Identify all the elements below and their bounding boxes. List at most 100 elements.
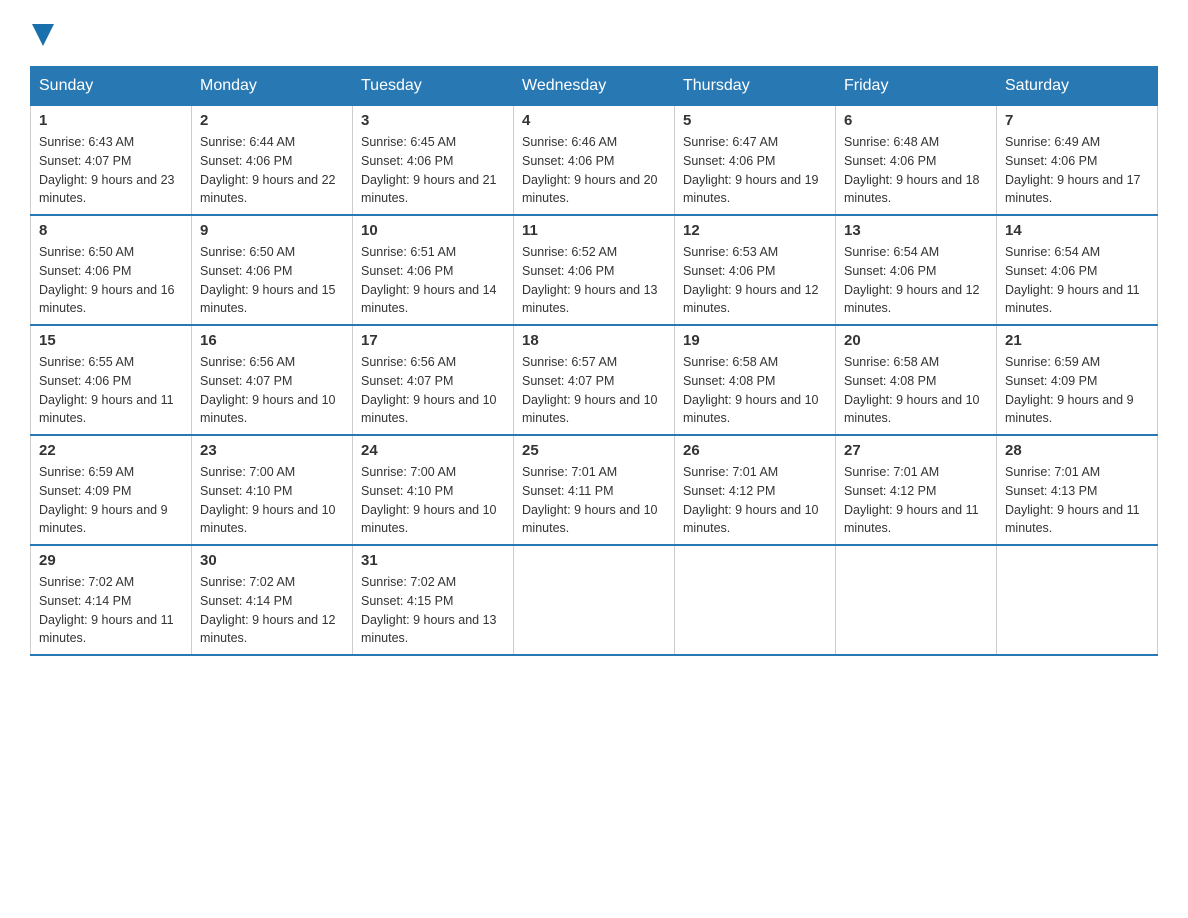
calendar-cell: 17 Sunrise: 6:56 AMSunset: 4:07 PMDayligh… [353,325,514,435]
calendar-cell: 16 Sunrise: 6:56 AMSunset: 4:07 PMDayligh… [192,325,353,435]
calendar-cell: 13 Sunrise: 6:54 AMSunset: 4:06 PMDayligh… [836,215,997,325]
calendar-cell: 9Sunrise: 6:50 AMSunset: 4:06 PMDaylight… [192,215,353,325]
day-info: Sunrise: 6:45 AMSunset: 4:06 PMDaylight:… [361,133,505,208]
calendar-cell [675,545,836,655]
day-info: Sunrise: 6:58 AMSunset: 4:08 PMDaylight:… [844,353,988,428]
day-info: Sunrise: 6:55 AMSunset: 4:06 PMDaylight:… [39,353,183,428]
calendar-cell [836,545,997,655]
day-number: 30 [200,552,344,569]
calendar-cell: 15Sunrise: 6:55 AMSunset: 4:06 PMDayligh… [31,325,192,435]
header-saturday: Saturday [997,67,1158,106]
day-info: Sunrise: 6:50 AMSunset: 4:06 PMDaylight:… [200,243,344,318]
calendar-cell: 27 Sunrise: 7:01 AMSunset: 4:12 PMDayligh… [836,435,997,545]
day-number: 18 [522,332,666,349]
day-number: 1 [39,112,183,129]
day-number: 8 [39,222,183,239]
day-info: Sunrise: 6:56 AMSunset: 4:07 PMDaylight:… [200,353,344,428]
calendar-cell: 11 Sunrise: 6:52 AMSunset: 4:06 PMDayligh… [514,215,675,325]
header-sunday: Sunday [31,67,192,106]
calendar-cell: 19Sunrise: 6:58 AMSunset: 4:08 PMDayligh… [675,325,836,435]
calendar-week-row: 15Sunrise: 6:55 AMSunset: 4:06 PMDayligh… [31,325,1158,435]
calendar-cell: 1 Sunrise: 6:43 AMSunset: 4:07 PMDaylight… [31,106,192,216]
day-info: Sunrise: 7:00 AMSunset: 4:10 PMDaylight:… [200,463,344,538]
day-info: Sunrise: 6:43 AMSunset: 4:07 PMDaylight:… [39,133,183,208]
calendar-week-row: 22 Sunrise: 6:59 AMSunset: 4:09 PMDayligh… [31,435,1158,545]
header-wednesday: Wednesday [514,67,675,106]
day-info: Sunrise: 6:56 AMSunset: 4:07 PMDaylight:… [361,353,505,428]
calendar-cell: 23 Sunrise: 7:00 AMSunset: 4:10 PMDayligh… [192,435,353,545]
day-info: Sunrise: 6:53 AMSunset: 4:06 PMDaylight:… [683,243,827,318]
calendar-cell: 18 Sunrise: 6:57 AMSunset: 4:07 PMDayligh… [514,325,675,435]
day-info: Sunrise: 6:54 AMSunset: 4:06 PMDaylight:… [1005,243,1149,318]
header-monday: Monday [192,67,353,106]
day-number: 17 [361,332,505,349]
logo [30,20,54,46]
day-info: Sunrise: 6:49 AMSunset: 4:06 PMDaylight:… [1005,133,1149,208]
calendar-cell: 28 Sunrise: 7:01 AMSunset: 4:13 PMDayligh… [997,435,1158,545]
day-info: Sunrise: 6:51 AMSunset: 4:06 PMDaylight:… [361,243,505,318]
calendar-cell: 29 Sunrise: 7:02 AMSunset: 4:14 PMDayligh… [31,545,192,655]
logo-triangle-icon [32,24,54,46]
calendar-cell: 5Sunrise: 6:47 AMSunset: 4:06 PMDaylight… [675,106,836,216]
day-info: Sunrise: 7:01 AMSunset: 4:11 PMDaylight:… [522,463,666,538]
day-info: Sunrise: 6:50 AMSunset: 4:06 PMDaylight:… [39,243,183,318]
day-info: Sunrise: 6:46 AMSunset: 4:06 PMDaylight:… [522,133,666,208]
calendar-cell: 26Sunrise: 7:01 AMSunset: 4:12 PMDayligh… [675,435,836,545]
day-number: 7 [1005,112,1149,129]
calendar-cell: 10 Sunrise: 6:51 AMSunset: 4:06 PMDayligh… [353,215,514,325]
day-info: Sunrise: 6:44 AMSunset: 4:06 PMDaylight:… [200,133,344,208]
calendar-cell: 8 Sunrise: 6:50 AMSunset: 4:06 PMDaylight… [31,215,192,325]
day-number: 12 [683,222,827,239]
calendar-cell: 12 Sunrise: 6:53 AMSunset: 4:06 PMDayligh… [675,215,836,325]
calendar-cell: 2 Sunrise: 6:44 AMSunset: 4:06 PMDaylight… [192,106,353,216]
calendar-cell: 21Sunrise: 6:59 AMSunset: 4:09 PMDayligh… [997,325,1158,435]
calendar-cell: 30 Sunrise: 7:02 AMSunset: 4:14 PMDayligh… [192,545,353,655]
day-info: Sunrise: 7:00 AMSunset: 4:10 PMDaylight:… [361,463,505,538]
header-thursday: Thursday [675,67,836,106]
day-number: 27 [844,442,988,459]
day-number: 19 [683,332,827,349]
calendar-cell: 6 Sunrise: 6:48 AMSunset: 4:06 PMDaylight… [836,106,997,216]
day-number: 24 [361,442,505,459]
calendar-cell: 20Sunrise: 6:58 AMSunset: 4:08 PMDayligh… [836,325,997,435]
day-info: Sunrise: 6:57 AMSunset: 4:07 PMDaylight:… [522,353,666,428]
calendar-cell [997,545,1158,655]
day-number: 25 [522,442,666,459]
day-number: 16 [200,332,344,349]
calendar-cell: 7 Sunrise: 6:49 AMSunset: 4:06 PMDaylight… [997,106,1158,216]
day-number: 2 [200,112,344,129]
day-info: Sunrise: 7:02 AMSunset: 4:14 PMDaylight:… [39,573,183,648]
calendar-cell: 31 Sunrise: 7:02 AMSunset: 4:15 PMDayligh… [353,545,514,655]
calendar-header-row: SundayMondayTuesdayWednesdayThursdayFrid… [31,67,1158,106]
day-number: 29 [39,552,183,569]
calendar-cell [514,545,675,655]
page-header [30,20,1158,46]
calendar-cell: 24 Sunrise: 7:00 AMSunset: 4:10 PMDayligh… [353,435,514,545]
day-info: Sunrise: 6:59 AMSunset: 4:09 PMDaylight:… [1005,353,1149,428]
day-info: Sunrise: 6:52 AMSunset: 4:06 PMDaylight:… [522,243,666,318]
day-number: 26 [683,442,827,459]
day-info: Sunrise: 7:02 AMSunset: 4:14 PMDaylight:… [200,573,344,648]
day-number: 6 [844,112,988,129]
day-info: Sunrise: 6:54 AMSunset: 4:06 PMDaylight:… [844,243,988,318]
day-number: 31 [361,552,505,569]
calendar-week-row: 8 Sunrise: 6:50 AMSunset: 4:06 PMDaylight… [31,215,1158,325]
calendar-cell: 4Sunrise: 6:46 AMSunset: 4:06 PMDaylight… [514,106,675,216]
header-tuesday: Tuesday [353,67,514,106]
day-number: 23 [200,442,344,459]
calendar-week-row: 29 Sunrise: 7:02 AMSunset: 4:14 PMDayligh… [31,545,1158,655]
calendar-cell: 22 Sunrise: 6:59 AMSunset: 4:09 PMDayligh… [31,435,192,545]
day-number: 28 [1005,442,1149,459]
day-number: 10 [361,222,505,239]
day-number: 11 [522,222,666,239]
day-info: Sunrise: 7:01 AMSunset: 4:13 PMDaylight:… [1005,463,1149,538]
day-number: 3 [361,112,505,129]
day-info: Sunrise: 7:02 AMSunset: 4:15 PMDaylight:… [361,573,505,648]
day-info: Sunrise: 6:59 AMSunset: 4:09 PMDaylight:… [39,463,183,538]
day-info: Sunrise: 7:01 AMSunset: 4:12 PMDaylight:… [844,463,988,538]
day-number: 22 [39,442,183,459]
day-info: Sunrise: 6:48 AMSunset: 4:06 PMDaylight:… [844,133,988,208]
calendar-table: SundayMondayTuesdayWednesdayThursdayFrid… [30,66,1158,656]
calendar-week-row: 1 Sunrise: 6:43 AMSunset: 4:07 PMDaylight… [31,106,1158,216]
day-number: 13 [844,222,988,239]
